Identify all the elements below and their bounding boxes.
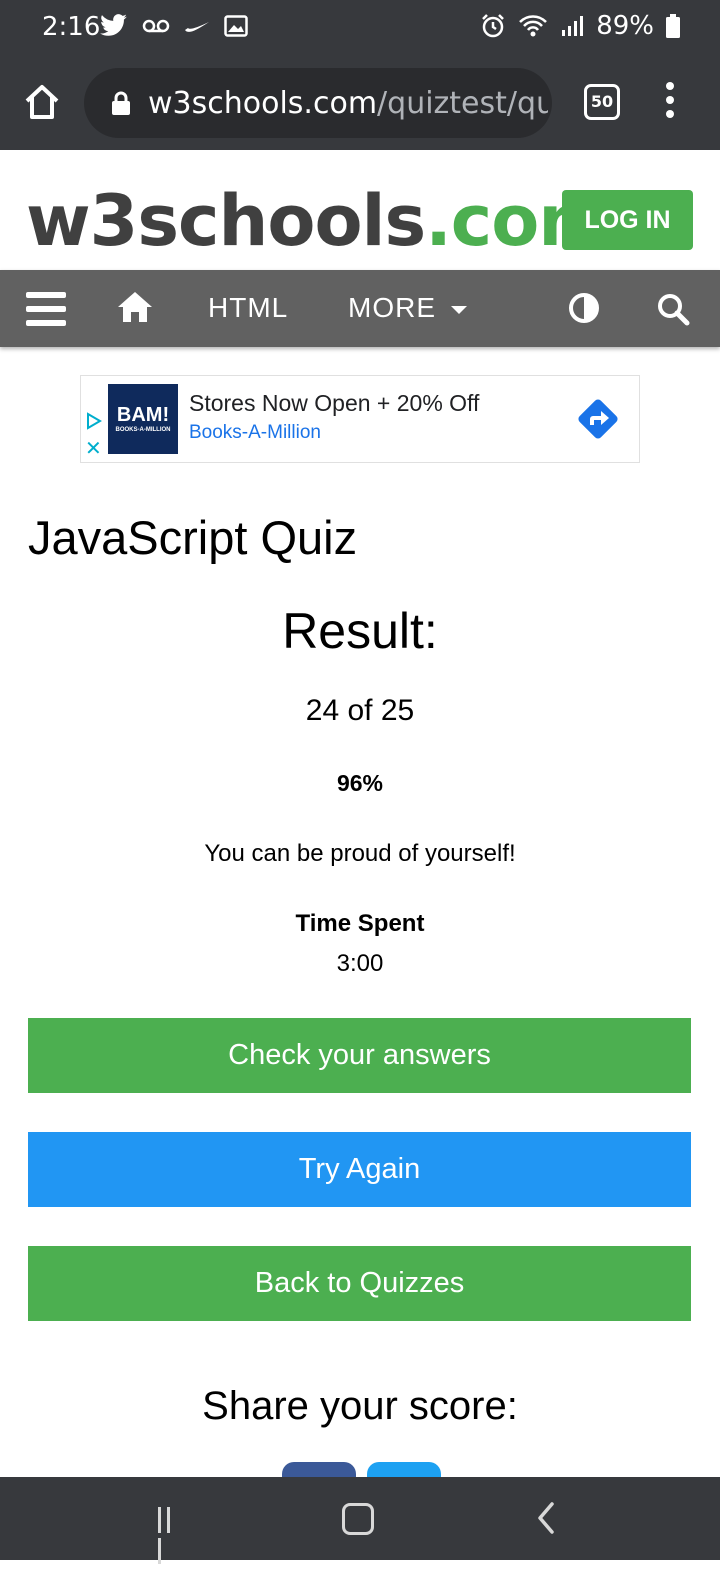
status-time: 2:16 (42, 12, 101, 42)
score-percent: 96% (336, 770, 384, 796)
nav-home-icon[interactable] (116, 290, 154, 324)
url-bar[interactable]: w3schools.com/quiztest/qu (84, 68, 552, 138)
hamburger-menu-icon[interactable] (26, 292, 66, 326)
twitter-icon (100, 14, 127, 36)
nav-more-label: MORE (348, 292, 436, 323)
login-button[interactable]: LOG IN (562, 190, 693, 250)
notification-icons (100, 12, 248, 40)
bam-logo: BAM! BOOKS-A-MILLION (108, 384, 178, 454)
system-status-icons: 89% (480, 10, 680, 42)
directions-icon[interactable] (573, 394, 623, 444)
system-nav-bar (0, 1477, 720, 1564)
share-heading: Share your score: (202, 1384, 518, 1428)
result-message: You can be proud of yourself! (204, 840, 516, 867)
site-header: w3schools.com LOG IN (0, 150, 720, 270)
top-navbar: HTML MORE (0, 270, 720, 347)
score-text: 24 of 25 (305, 694, 415, 727)
nike-icon (185, 22, 209, 32)
time-spent-label: Time Spent (295, 910, 425, 937)
image-icon (224, 15, 248, 37)
back-icon[interactable] (536, 1501, 556, 1535)
url-text: w3schools.com/quiztest/qu (148, 86, 548, 121)
browser-toolbar: w3schools.com/quiztest/qu 50 (0, 52, 720, 150)
ad-close-icon[interactable]: ✕ (85, 436, 102, 461)
bam-logo-text: BAM! (116, 404, 170, 426)
wifi-icon (519, 15, 548, 37)
logo-main: w3schools (26, 180, 426, 262)
home-icon[interactable] (22, 82, 62, 122)
system-home-icon[interactable] (342, 1503, 374, 1535)
ad-advertiser: Books-A-Million (189, 422, 321, 443)
alarm-icon (482, 14, 505, 38)
ad-headline: Stores Now Open + 20% Off (189, 390, 480, 416)
tab-switcher-button[interactable]: 50 (584, 84, 620, 120)
nav-html-link[interactable]: HTML (208, 292, 288, 324)
theme-toggle-icon[interactable] (568, 292, 600, 324)
time-spent-value: 3:00 (336, 950, 384, 977)
nav-more-dropdown[interactable]: MORE (348, 292, 469, 324)
w3schools-logo[interactable]: w3schools.com (26, 180, 611, 262)
voicemail-icon (142, 19, 170, 33)
url-path: /quiztest/qu (377, 86, 548, 121)
ad-banner[interactable]: ✕ BAM! BOOKS-A-MILLION Stores Now Open +… (80, 375, 640, 463)
signal-icon (562, 16, 584, 36)
page-title: JavaScript Quiz (28, 511, 358, 564)
battery-icon (666, 14, 680, 38)
result-heading: Result: (282, 603, 438, 659)
adchoices-icon[interactable] (85, 412, 103, 430)
caret-down-icon (450, 305, 467, 314)
back-to-quizzes-button[interactable]: Back to Quizzes (28, 1246, 691, 1321)
url-domain: w3schools.com (148, 86, 378, 121)
recents-icon[interactable] (158, 1507, 184, 1564)
bam-logo-subtext: BOOKS-A-MILLION (115, 427, 171, 433)
browser-menu-icon[interactable] (660, 82, 680, 122)
try-again-button[interactable]: Try Again (28, 1132, 691, 1207)
check-answers-button[interactable]: Check your answers (28, 1018, 691, 1093)
battery-percent: 89% (596, 11, 654, 41)
lock-icon (112, 91, 130, 115)
search-icon[interactable] (656, 292, 690, 326)
status-bar: 2:16 89% (0, 0, 720, 52)
